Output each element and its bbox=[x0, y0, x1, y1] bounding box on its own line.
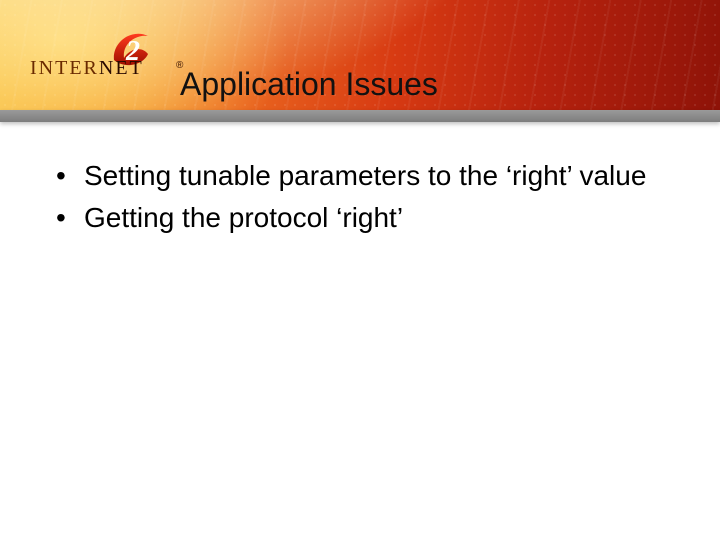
list-item: Setting tunable parameters to the ‘right… bbox=[48, 158, 680, 194]
slide: 2 INTERNET ® Application Issues Setting … bbox=[0, 0, 720, 540]
internet2-logo: 2 INTERNET ® bbox=[30, 30, 170, 84]
logo-text-seg2: NET bbox=[99, 57, 144, 79]
logo-text-seg1: INTER bbox=[30, 57, 99, 79]
list-item: Getting the protocol ‘right’ bbox=[48, 200, 680, 236]
slide-title: Application Issues bbox=[180, 66, 438, 103]
header-divider bbox=[0, 110, 720, 122]
logo-wordmark: INTERNET bbox=[30, 57, 144, 80]
bullet-list: Setting tunable parameters to the ‘right… bbox=[48, 158, 680, 236]
slide-body: Setting tunable parameters to the ‘right… bbox=[48, 158, 680, 242]
